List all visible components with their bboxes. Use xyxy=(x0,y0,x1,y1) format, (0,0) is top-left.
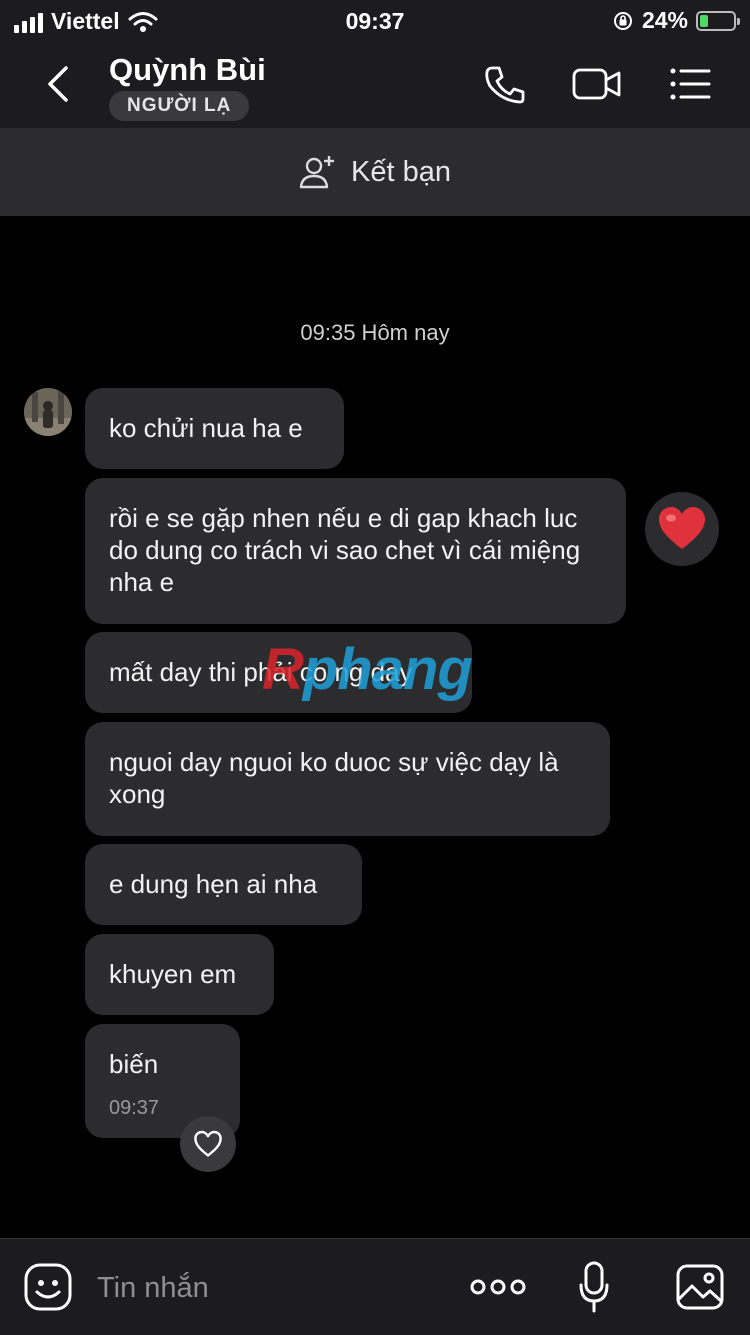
message-bubble[interactable]: e dung hẹn ai nha xyxy=(85,844,362,925)
battery-percent: 24% xyxy=(641,7,688,33)
battery-icon xyxy=(696,10,740,31)
heart-icon xyxy=(659,507,705,549)
back-button[interactable] xyxy=(40,62,80,106)
add-friend-label: Kết bạn xyxy=(351,155,451,188)
message-bubble[interactable]: ko chửi nua ha e xyxy=(85,388,344,469)
message-text: khuyen em xyxy=(109,959,237,989)
message-text: biến xyxy=(109,1049,159,1079)
date-divider: 09:35 Hôm nay xyxy=(300,320,450,345)
orientation-lock-icon xyxy=(613,11,632,30)
emoji-sticker-icon[interactable] xyxy=(23,1261,73,1313)
add-reaction-button[interactable] xyxy=(180,1116,236,1172)
chat-header: Quỳnh Bùi NGƯỜI LẠ xyxy=(0,44,750,129)
add-friend-bar[interactable]: Kết bạn xyxy=(0,128,750,216)
message-text: e dung hẹn ai nha xyxy=(109,869,318,899)
image-gallery-icon[interactable] xyxy=(675,1261,725,1313)
message-bubble[interactable]: rồi e se gặp nhen nếu e di gap khach luc… xyxy=(85,478,626,624)
chat-area[interactable]: 09:35 Hôm nay ko chửi nua ha e rồi e se … xyxy=(0,216,750,1238)
status-right: 24% xyxy=(612,7,740,34)
avatar[interactable] xyxy=(24,388,72,436)
watermark-logo: Rphang xyxy=(262,637,473,702)
video-call-icon[interactable] xyxy=(572,62,622,106)
menu-list-icon[interactable] xyxy=(667,62,717,106)
status-bar: Viettel 09:37 24% xyxy=(0,0,750,44)
microphone-icon[interactable] xyxy=(578,1261,610,1313)
message-text: rồi e se gặp nhen nếu e di gap khach luc… xyxy=(109,503,581,597)
phone-call-icon[interactable] xyxy=(480,62,530,106)
heart-outline-icon xyxy=(194,1130,222,1157)
message-bubble[interactable]: khuyen em xyxy=(85,934,274,1015)
heart-reaction[interactable] xyxy=(645,492,719,566)
message-input[interactable] xyxy=(95,1265,439,1311)
message-text: nguoi day nguoi ko duoc sự việc dạy là x… xyxy=(109,747,559,809)
message-bubble[interactable]: nguoi day nguoi ko duoc sự việc dạy là x… xyxy=(85,722,610,836)
stranger-badge: NGƯỜI LẠ xyxy=(109,91,250,121)
contact-name[interactable]: Quỳnh Bùi xyxy=(109,52,266,88)
message-composer xyxy=(0,1238,750,1335)
message-text: ko chửi nua ha e xyxy=(109,413,303,443)
add-friend-icon xyxy=(299,156,334,189)
more-options-icon[interactable] xyxy=(470,1261,526,1313)
